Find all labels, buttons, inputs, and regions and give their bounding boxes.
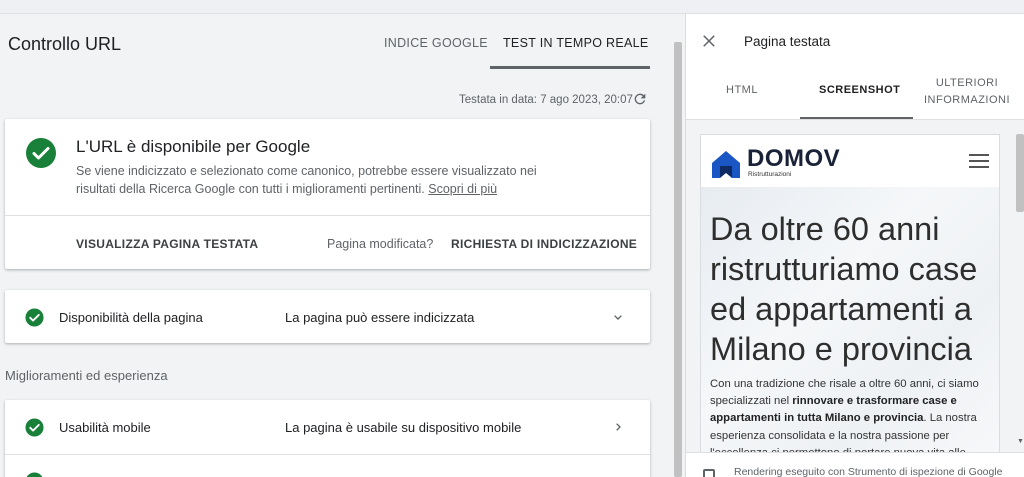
availability-label: Disponibilità della pagina <box>59 310 203 325</box>
device-icon <box>703 469 715 477</box>
tab-screenshot[interactable]: SCREENSHOT <box>819 84 900 96</box>
rendering-info: Rendering eseguito con Strumento di ispe… <box>734 466 1003 477</box>
panel-scrollbar-thumb[interactable] <box>1016 134 1024 212</box>
check-circle-icon <box>26 472 43 477</box>
status-description: Se viene indicizzato e selezionato come … <box>76 162 576 198</box>
tab-html[interactable]: HTML <box>726 84 758 96</box>
panel-footer: Rendering eseguito con Strumento di ispe… <box>686 452 1024 477</box>
tab-more-info[interactable]: ULTERIORI INFORMAZIONI <box>922 75 1012 109</box>
check-circle-icon <box>26 138 56 168</box>
menu-icon[interactable] <box>969 153 989 169</box>
status-heading: L'URL è disponibile per Google <box>76 137 311 156</box>
refresh-icon[interactable] <box>632 91 648 107</box>
availability-card[interactable]: Disponibilità della pagina La pagina può… <box>5 290 650 343</box>
check-circle-icon <box>25 418 44 437</box>
mobile-usability-label: Usabilità mobile <box>59 420 151 435</box>
availability-value: La pagina può essere indicizzata <box>285 310 475 325</box>
screenshot-preview: DOMOV Ristrutturazioni Da oltre 60 anni … <box>686 120 1024 454</box>
chevron-right-icon[interactable] <box>610 419 626 435</box>
hero-title: Da oltre 60 anni ristrutturiamo case ed … <box>710 211 978 367</box>
active-tab-indicator <box>490 66 650 69</box>
enhancements-card: Usabilità mobile La pagina è usabile su … <box>5 400 650 477</box>
site-logo-subtitle: Ristrutturazioni <box>748 171 792 178</box>
check-circle-icon <box>25 308 44 327</box>
left-scrollbar-thumb[interactable] <box>674 42 682 477</box>
tab-google-index[interactable]: INDICE GOOGLE <box>384 36 488 50</box>
card-divider <box>5 215 650 216</box>
panel-title: Pagina testata <box>744 34 831 49</box>
chevron-down-icon[interactable] <box>610 309 626 325</box>
tested-date: Testata in data: 7 ago 2023, 20:07 <box>459 94 633 106</box>
enhancements-section-label: Miglioramenti ed esperienza <box>5 368 168 383</box>
rendered-page-screenshot: DOMOV Ristrutturazioni Da oltre 60 anni … <box>700 134 1000 454</box>
top-strip <box>0 0 1024 14</box>
site-hero: Da oltre 60 anni ristrutturiamo case ed … <box>701 187 999 453</box>
mobile-usability-row[interactable]: Usabilità mobile La pagina è usabile su … <box>5 400 650 454</box>
page-modified-label: Pagina modificata? <box>327 237 434 251</box>
tab-live-test[interactable]: TEST IN TEMPO REALE <box>503 36 649 50</box>
site-logo-text: DOMOV <box>747 145 841 172</box>
close-icon[interactable] <box>700 32 718 50</box>
tested-page-panel: Pagina testata HTML SCREENSHOT ULTERIORI… <box>685 14 1024 477</box>
request-indexing-button[interactable]: RICHIESTA DI INDICIZZAZIONE <box>451 237 637 251</box>
mobile-usability-value: La pagina è usabile su dispositivo mobil… <box>285 420 522 435</box>
url-inspection-pane: Controllo URL INDICE GOOGLE TEST IN TEMP… <box>0 14 670 477</box>
page-title: Controllo URL <box>8 34 122 54</box>
view-tested-page-button[interactable]: VISUALIZZA PAGINA TESTATA <box>76 237 258 251</box>
hero-text: Con una tradizione che risale a oltre 60… <box>710 376 992 453</box>
logo-icon <box>712 151 740 178</box>
learn-more-link[interactable]: Scopri di più <box>428 182 497 196</box>
url-status-card: L'URL è disponibile per Google Se viene … <box>5 119 650 269</box>
row-divider <box>5 454 650 455</box>
site-header: DOMOV Ristrutturazioni <box>701 135 999 187</box>
scroll-down-arrow-icon[interactable]: ▼ <box>1017 438 1024 445</box>
